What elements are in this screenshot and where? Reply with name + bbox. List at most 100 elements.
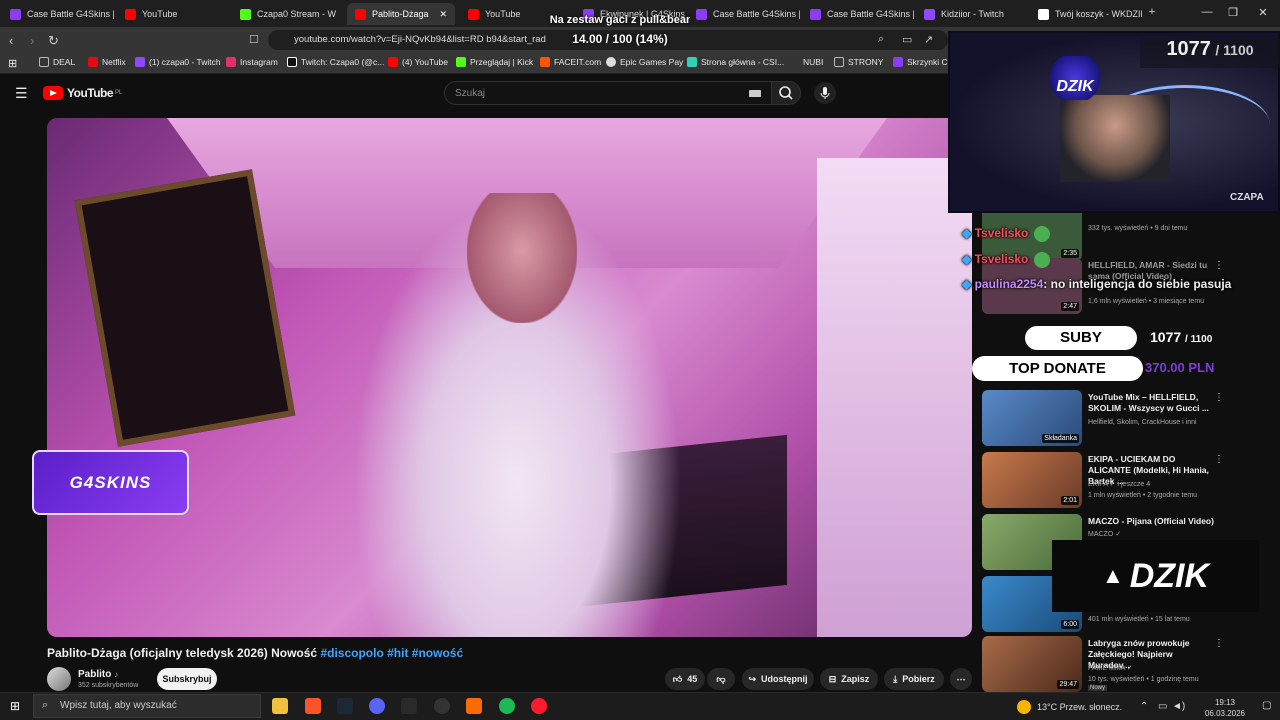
list-item[interactable]: Składanka YouTube Mix – HELLFIELD, SKOLI… (982, 390, 1272, 447)
save-label: Zapisz (841, 674, 870, 684)
like-count: 45 (687, 674, 698, 684)
minimize-icon[interactable]: — (1200, 6, 1214, 18)
more-vert-icon[interactable]: ⋮ (1214, 260, 1224, 271)
subscribe-button[interactable]: Subskrybuj (157, 668, 217, 690)
bookmark-item[interactable]: Przeglądaj | Kick (456, 57, 533, 67)
twitch-badge-icon: ◆ (962, 252, 972, 267)
bookmark-icon[interactable]: ☐ (249, 33, 259, 46)
like-button[interactable]: 👍︎ 45 (665, 668, 705, 690)
share-button[interactable]: ↪ Udostępnij (742, 668, 814, 690)
tab-favicon-icon (468, 8, 479, 20)
playlist-add-icon: ⊟ (828, 673, 837, 684)
mic-icon (820, 87, 830, 99)
save-button[interactable]: ⊟ Zapisz (820, 668, 878, 690)
bookmark-item[interactable]: (4) YouTube (388, 57, 448, 67)
dislike-button[interactable]: 👎︎ (707, 668, 735, 690)
recommendation-stats: 10 tys. wyświetleń • 1 godzinę temu (1088, 676, 1199, 683)
brave-browser-icon[interactable] (305, 698, 321, 714)
video-thumbnail: 2:01 (982, 452, 1082, 508)
bookmark-label: Twitch: Czapa0 (@c... (301, 57, 385, 67)
video-player[interactable] (47, 118, 972, 637)
more-vert-icon[interactable]: ⋮ (1214, 392, 1224, 403)
bookmark-item[interactable]: Twitch: Czapa0 (@c... (287, 57, 384, 67)
new-tab-icon[interactable]: + (1145, 6, 1159, 18)
spotify-icon[interactable] (499, 698, 515, 714)
share-icon[interactable]: ↗ (924, 33, 933, 46)
tab[interactable]: Case Battle G4Skins | 2 (802, 3, 914, 25)
opera-icon[interactable] (531, 698, 547, 714)
cam-target: / 1100 (1215, 42, 1254, 58)
bookmark-item[interactable]: Instagram (226, 57, 278, 67)
tab[interactable]: Kidziior - Twitch (916, 3, 1028, 25)
list-item[interactable]: 2:01 EKIPA - UCIEKAM DO ALICANTE (Modelk… (982, 452, 1272, 509)
discord-icon[interactable] (369, 698, 385, 714)
tab[interactable]: Czapa0 Stream - W (232, 3, 344, 25)
chat-text: no inteligencja do siebie pasuja (1050, 277, 1232, 291)
video-scene-head (467, 193, 577, 323)
donation-goal: Na zestaw gaci z pull&bear 14.00 / 100 (… (520, 14, 720, 46)
bookmark-item[interactable]: NUBI (803, 57, 823, 67)
apps-grid-icon[interactable]: ⊞ (8, 57, 17, 70)
download-icon: ⤓ (893, 673, 898, 684)
tab[interactable]: Twój koszyk - WKDZIK (1030, 3, 1142, 25)
cast-icon[interactable]: ▭ (902, 33, 912, 46)
youtube-play-icon (43, 86, 63, 100)
steam-icon[interactable] (337, 698, 353, 714)
forward-icon[interactable]: › (30, 33, 34, 48)
faceit-icon[interactable] (466, 698, 482, 714)
bookmark-item[interactable]: Strona główna - CSI... (687, 57, 784, 67)
bookmark-item[interactable]: DEAL (39, 57, 75, 67)
tab[interactable]: YouTube (117, 3, 229, 25)
tab-active[interactable]: Pablito-Dżaga ✕ (347, 3, 455, 25)
search-icon: ⌕ (42, 699, 49, 711)
bookmark-item[interactable]: Netflix (88, 57, 126, 67)
search-input[interactable]: Szukaj (444, 81, 772, 105)
youtube-logo[interactable]: YouTube PL (43, 86, 122, 100)
menu-icon[interactable]: ☰ (15, 85, 28, 102)
clock-date[interactable]: 06.03.2026 (1200, 709, 1250, 718)
twitch-icon (135, 57, 145, 67)
list-item[interactable]: 29:47 Labryga znów prowokuje Załęckiego!… (982, 636, 1272, 693)
close-tab-icon[interactable]: ✕ (439, 9, 447, 20)
epic-games-icon[interactable] (401, 698, 417, 714)
more-vert-icon[interactable]: ⋮ (1214, 638, 1224, 649)
subscriber-count: 352 subskrybentów (78, 682, 139, 689)
search-button[interactable] (771, 81, 801, 105)
close-window-icon[interactable]: ✕ (1256, 6, 1270, 19)
app-icon[interactable] (434, 698, 450, 714)
file-explorer-icon[interactable] (272, 698, 288, 714)
channel-name[interactable]: Pablito ♪ (78, 669, 118, 680)
avatar[interactable] (47, 667, 71, 691)
windows-start-icon[interactable]: ⊞ (10, 699, 20, 713)
bookmark-item[interactable]: Epic Games Pay (606, 57, 683, 67)
search-placeholder: Szukaj (455, 88, 486, 99)
voice-search-button[interactable] (814, 82, 836, 104)
tab-favicon-icon (810, 8, 821, 20)
notifications-icon[interactable]: ▢ (1262, 700, 1271, 711)
tab-favicon-icon (1038, 8, 1049, 20)
more-actions-button[interactable]: ⋯ (950, 668, 972, 690)
clock-time[interactable]: 19:13 (1200, 698, 1250, 707)
weather-icon[interactable] (1017, 700, 1031, 714)
taskbar-search-input[interactable]: ⌕ Wpisz tutaj, aby wyszukać (33, 694, 261, 718)
download-button[interactable]: ⤓ Pobierz (884, 668, 944, 690)
bookmark-item[interactable]: FACEIT.com (540, 57, 601, 67)
bookmark-item[interactable]: STRONY (834, 57, 883, 67)
volume-icon[interactable]: ◄) (1172, 701, 1185, 712)
weather-text[interactable]: 13°C Przew. słonecz. (1037, 702, 1122, 712)
reload-icon[interactable]: ↻ (48, 33, 59, 49)
keyboard-icon[interactable] (749, 90, 761, 97)
bookmark-label: (4) YouTube (402, 57, 448, 67)
tab-favicon-icon (240, 8, 251, 20)
tab[interactable]: Case Battle G4Skins | 2 (2, 3, 114, 25)
back-icon[interactable]: ‹ (9, 33, 13, 48)
network-icon[interactable]: ▭ (1158, 701, 1167, 712)
bookmark-item[interactable]: (1) czapa0 - Twitch (135, 57, 221, 67)
tiktok-icon (287, 57, 297, 67)
maximize-icon[interactable]: ❐ (1226, 6, 1240, 19)
tray-chevron-icon[interactable]: ⌃ (1140, 701, 1148, 712)
zoom-icon[interactable]: ⌕ (878, 33, 884, 46)
more-vert-icon[interactable]: ⋮ (1214, 454, 1224, 465)
video-hashtags[interactable]: #discopolo #hit #nowość (320, 646, 463, 660)
share-label: Udostępnij (761, 674, 808, 684)
